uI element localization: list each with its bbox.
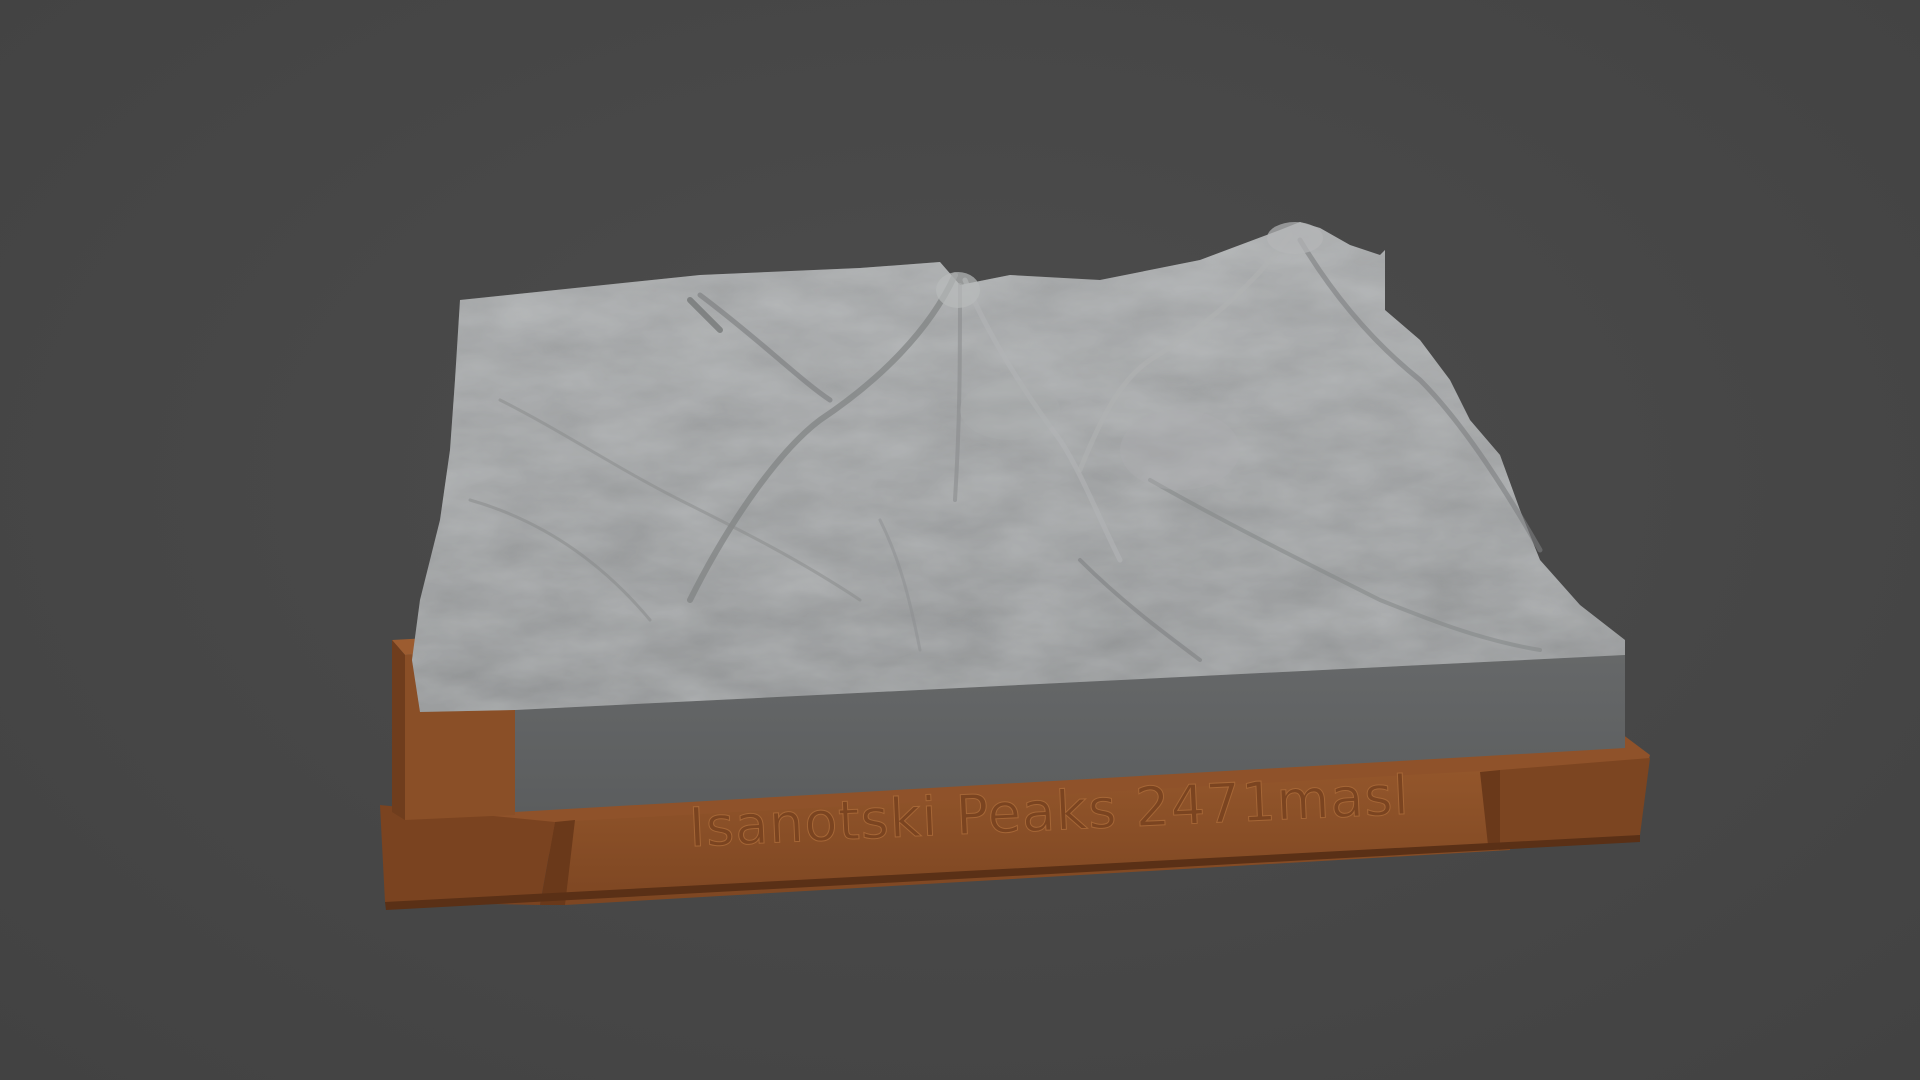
terrain-model-scene: Isanotski Peaks 2471masl	[380, 222, 1650, 910]
terrain-surface	[412, 222, 1625, 712]
3d-viewport[interactable]: Isanotski Peaks 2471masl	[0, 0, 1920, 1080]
